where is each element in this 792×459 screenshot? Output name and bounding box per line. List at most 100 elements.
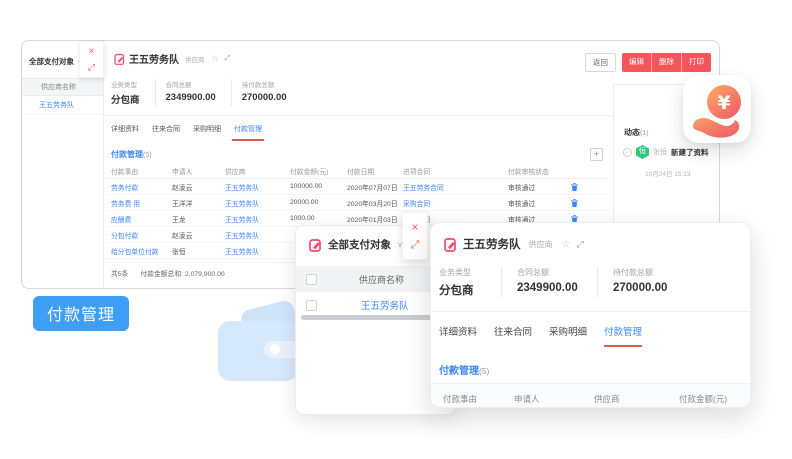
status-check-icon: ✓	[623, 148, 632, 157]
contract-link[interactable]: 王五劳务合同	[403, 182, 508, 192]
resize-diagonal-icon[interactable]: ⤢	[411, 240, 420, 251]
payment-reason-link[interactable]: 应酬费	[105, 214, 172, 224]
payment-reason-link[interactable]: 劳务付款	[105, 182, 172, 192]
svg-text:¥: ¥	[717, 92, 730, 114]
sidebar-item-supplier[interactable]: 王五劳务队	[22, 97, 103, 115]
record-type-label: 供应商	[529, 239, 553, 250]
tab-contracts[interactable]: 往来合同	[494, 324, 532, 347]
panel-title[interactable]: 全部支付对象	[328, 237, 391, 252]
close-icon[interactable]: ×	[411, 221, 418, 233]
sum-text: 付款金额总和: 2,079,900.00	[140, 268, 224, 278]
col-amount: 付款金额(元)	[290, 166, 347, 176]
sidebar-title-label: 全部支付对象	[29, 57, 74, 66]
sum-label: 付款金额总和:	[140, 271, 183, 278]
activity-title: 动态(1)	[624, 127, 649, 138]
record-title: 王五劳务队	[463, 236, 521, 252]
row-checkbox[interactable]	[306, 300, 317, 311]
resize-diagonal-icon[interactable]: ⤢	[88, 63, 95, 72]
action-button-group: 编辑 删除 打印	[622, 53, 711, 72]
tab-contracts[interactable]: 往来合同	[150, 124, 182, 141]
contract-link[interactable]: 采购合同	[403, 198, 508, 208]
stat-label: 待付款总额	[613, 267, 667, 278]
cell-status: 审核通过	[508, 182, 571, 192]
stat-label: 待付款总额	[242, 79, 287, 89]
stat-label: 合同总额	[517, 267, 577, 278]
cell-applicant: 王龙	[172, 214, 225, 224]
supplier-link[interactable]: 王五劳务队	[225, 246, 290, 256]
divider	[431, 311, 750, 312]
tab-details[interactable]: 详细资料	[109, 124, 141, 141]
supplier-link[interactable]: 王五劳务队	[225, 214, 290, 224]
select-all-checkbox[interactable]	[306, 274, 317, 285]
record-doc-icon	[444, 237, 457, 252]
stat-label: 业务类型	[111, 79, 140, 89]
payment-reason-link[interactable]: 劳务费 用	[105, 198, 172, 208]
tab-purchase[interactable]: 采购明细	[549, 324, 587, 347]
table-header-row: 付款事由 申请人 供应商 付款金额(元) 付款日期 进项合同 付款审核状态	[105, 164, 611, 179]
stat-contract-total: 合同总额 2349900.00	[155, 79, 231, 106]
activity-item: ✓ 恒 张恒 新建了资料	[623, 145, 709, 159]
supplier-link[interactable]: 王五劳务队	[225, 230, 290, 240]
stat-value: 分包商	[111, 92, 140, 106]
cell-date: 2020年01月03日	[347, 214, 403, 224]
tab-bar: 详细资料 往来合同 采购明细 付款管理	[439, 324, 642, 347]
payment-reason-link[interactable]: 给分包单位付款	[105, 246, 172, 256]
stats-row: 业务类型 分包商 合同总额 2349900.00 待付款总额 270000.00	[439, 267, 687, 298]
cell-applicant: 赵凌云	[172, 182, 225, 192]
supplier-link[interactable]: 王五劳务队	[225, 182, 290, 192]
section-title: 付款管理(5)	[439, 362, 489, 377]
tab-purchase[interactable]: 采购明细	[191, 124, 223, 141]
star-icon[interactable]: ☆	[562, 239, 571, 250]
section-title: 付款管理(5)	[111, 149, 152, 160]
col-contract: 进项合同	[403, 166, 508, 176]
stat-label: 业务类型	[439, 267, 481, 278]
horizontal-scrollbar[interactable]	[301, 315, 433, 320]
fullscreen-icon[interactable]: ⤢	[576, 239, 583, 250]
col-amount: 付款金额(元)	[679, 393, 750, 405]
stat-business-type: 业务类型 分包商	[439, 267, 501, 298]
stat-value: 270000.00	[613, 282, 667, 294]
table-row: 劳务付款 赵凌云 王五劳务队 100000.00 2020年07月07日 王五劳…	[105, 179, 611, 195]
activity-title-text: 动态	[624, 128, 640, 137]
section-header: 付款管理(5) +	[111, 148, 603, 161]
section-count: (5)	[143, 152, 152, 159]
tab-payment[interactable]: 付款管理	[232, 124, 264, 141]
cell-status: 审核通过	[508, 198, 571, 208]
supplier-link[interactable]: 王五劳务队	[225, 198, 290, 208]
activity-timestamp: 10月24日 15:13	[645, 168, 691, 178]
yen-hand-icon: ¥	[683, 75, 751, 143]
cell-applicant: 王洋洋	[172, 198, 225, 208]
payment-management-badge: 付款管理	[33, 296, 129, 331]
sidebar-column-header: 供应商名称	[22, 78, 103, 96]
sum-value: 2,079,900.00	[185, 271, 225, 278]
tab-payment[interactable]: 付款管理	[604, 324, 642, 347]
sidebar-title[interactable]: 全部支付对象∨	[29, 56, 82, 67]
cell-amount: 100000.00	[290, 183, 347, 190]
print-button[interactable]: 打印	[682, 53, 711, 72]
edit-button[interactable]: 编辑	[622, 53, 652, 72]
supplier-detail-panel: 王五劳务队 供应商 ☆ ⤢ 业务类型 分包商 合同总额 2349900.00 待…	[430, 222, 751, 408]
row-actions	[571, 183, 589, 191]
add-payment-button[interactable]: +	[590, 148, 603, 161]
table-header-row: 付款事由 申请人 供应商 付款金额(元)	[431, 383, 750, 408]
cell-date: 2020年03月20日	[347, 198, 403, 208]
col-applicant: 申请人	[172, 166, 225, 176]
stat-value: 2349900.00	[517, 282, 577, 294]
tab-bar: 详细资料 往来合同 采购明细 付款管理	[109, 124, 264, 141]
delete-button[interactable]: 删除	[652, 53, 682, 72]
stat-value: 2349900.00	[166, 92, 216, 103]
payment-reason-link[interactable]: 分包付款	[105, 230, 172, 240]
row-count: 共5条	[111, 268, 128, 278]
yen-hand-graphic: ¥	[683, 75, 751, 143]
supplier-link[interactable]: 王五劳务队	[361, 298, 409, 312]
delete-icon[interactable]	[571, 199, 578, 207]
avatar: 恒	[636, 145, 649, 159]
delete-icon[interactable]	[571, 183, 578, 191]
col-reason: 付款事由	[431, 393, 514, 405]
stat-value: 分包商	[439, 282, 481, 298]
activity-action: 新建了资料	[671, 147, 709, 158]
activity-count: (1)	[640, 130, 649, 137]
tab-details[interactable]: 详细资料	[439, 324, 477, 347]
stat-business-type: 业务类型 分包商	[111, 79, 155, 106]
close-icon[interactable]: ×	[89, 47, 95, 57]
